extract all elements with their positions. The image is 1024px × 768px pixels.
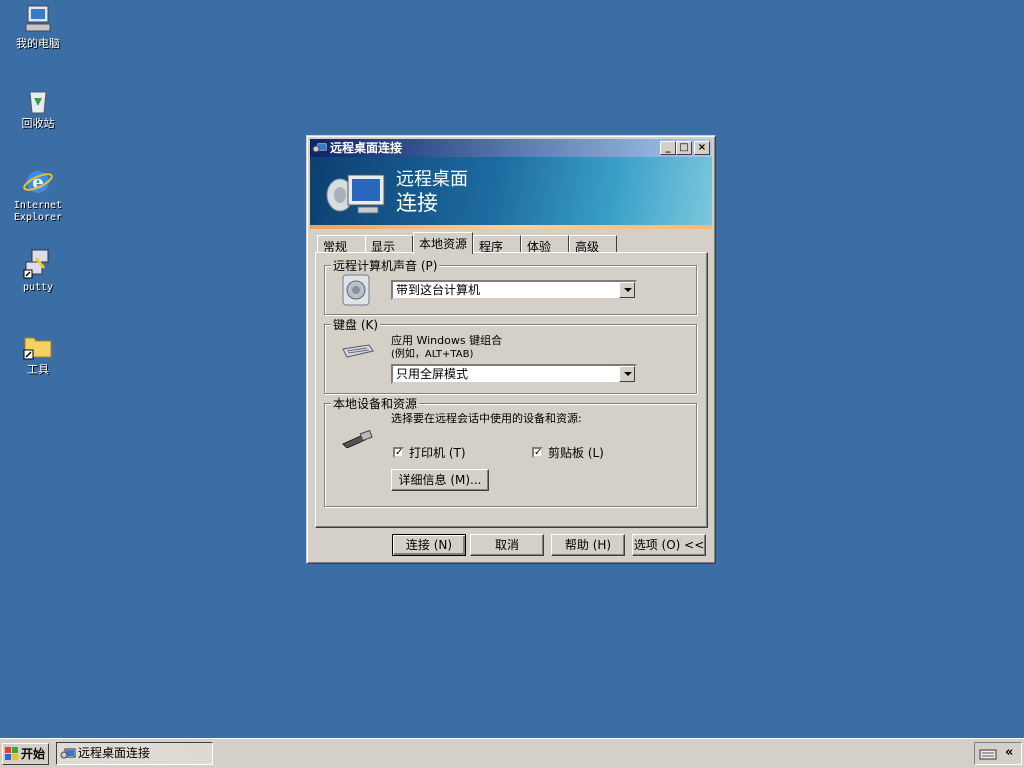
sound-select[interactable]: 带到这台计算机 — [391, 280, 637, 300]
window-title: 远程桌面连接 — [330, 141, 403, 155]
keyboard-desc-line2: (例如，ALT+TAB) — [391, 349, 474, 360]
recycle-bin-icon — [22, 84, 54, 116]
local-devices-desc: 选择要在远程会话中使用的设备和资源: — [391, 412, 582, 425]
connect-button[interactable]: 连接 (N) — [392, 534, 466, 556]
sound-select-value: 带到这台计算机 — [396, 283, 481, 297]
details-button[interactable]: 详细信息 (M)... — [391, 469, 489, 491]
banner: 远程桌面 连接 — [310, 157, 712, 229]
remote-monitor-icon — [326, 174, 385, 214]
clipboard-label[interactable]: 剪贴板 (L) — [548, 444, 604, 461]
desktop-icon-label: 回收站 — [21, 117, 55, 130]
desktop-icon-label: Internet Explorer — [13, 200, 63, 223]
speaker-icon — [342, 274, 370, 306]
remote-desktop-app-icon — [312, 140, 328, 156]
taskbar-item-label: 远程桌面连接 — [78, 746, 151, 760]
tab-advanced[interactable]: 高级 — [569, 235, 617, 254]
tab-programs[interactable]: 程序 — [473, 235, 521, 254]
desktop-icon-recycle-bin[interactable]: 回收站 — [0, 84, 76, 130]
sound-group-legend: 远程计算机声音 (P) — [331, 257, 440, 274]
desktop-icon-putty[interactable]: putty — [0, 248, 76, 294]
remote-desktop-app-icon — [60, 748, 76, 759]
taskbar-item-remote-desktop[interactable]: 远程桌面连接 — [56, 742, 213, 765]
keyboard-icon — [342, 344, 374, 358]
close-button[interactable]: × — [694, 141, 710, 155]
internet-explorer-icon: e — [22, 166, 54, 198]
start-label: 开始 — [21, 747, 46, 761]
desktop-icon-internet-explorer[interactable]: e Internet Explorer — [0, 166, 76, 224]
minimize-button[interactable]: _ — [660, 141, 676, 155]
tab-general[interactable]: 常规 — [317, 235, 367, 254]
chevron-down-icon[interactable] — [619, 282, 635, 298]
banner-title-line2: 连接 — [396, 191, 438, 215]
remote-desktop-window: 远程桌面连接 _ □ × 远程桌面 连接 常规 显示 本地资源 程序 体验 高级… — [306, 135, 716, 564]
printer-label[interactable]: 打印机 (T) — [409, 444, 466, 461]
printer-checkbox[interactable]: ✓ — [393, 447, 404, 458]
tab-panel-local-resources: 远程计算机声音 (P) 带到这台计算机 键盘 (K) 应用 Windows 键组… — [315, 252, 708, 528]
keyboard-group-legend: 键盘 (K) — [331, 316, 381, 333]
windows-logo-icon — [5, 747, 18, 760]
tab-local-resources[interactable]: 本地资源 — [413, 232, 473, 254]
desktop-icon-label: 我的电脑 — [16, 37, 60, 50]
sound-group: 远程计算机声音 (P) 带到这台计算机 — [324, 257, 697, 315]
clipboard-checkbox[interactable]: ✓ — [532, 447, 543, 458]
taskbar: 开始 远程桌面连接 « — [0, 738, 1024, 768]
my-computer-icon — [22, 4, 54, 36]
usb-plug-icon — [342, 430, 373, 448]
keyboard-group: 键盘 (K) 应用 Windows 键组合 (例如，ALT+TAB) 只用全屏模… — [324, 316, 697, 394]
help-button[interactable]: 帮助 (H) — [551, 534, 625, 556]
keyboard-select[interactable]: 只用全屏模式 — [391, 364, 637, 384]
options-button[interactable]: 选项 (O) << — [632, 534, 706, 556]
keyboard-tray-icon[interactable] — [979, 747, 997, 761]
chevron-down-icon[interactable] — [619, 366, 635, 382]
cancel-button[interactable]: 取消 — [470, 534, 544, 556]
desktop-icon-my-computer[interactable]: 我的电脑 — [0, 4, 76, 50]
tab-display[interactable]: 显示 — [365, 235, 413, 254]
putty-icon — [22, 248, 54, 280]
local-devices-group: 本地设备和资源 选择要在远程会话中使用的设备和资源: ✓ 打印机 (T) ✓ 剪… — [324, 395, 697, 507]
system-tray: « — [974, 742, 1022, 765]
desktop-icon-tools[interactable]: 工具 — [0, 330, 76, 376]
banner-stripe — [310, 225, 712, 229]
start-button[interactable]: 开始 — [2, 743, 49, 765]
tab-experience[interactable]: 体验 — [521, 235, 569, 254]
folder-shortcut-icon — [22, 330, 54, 362]
desktop-icon-label: 工具 — [27, 363, 49, 376]
title-bar[interactable]: 远程桌面连接 _ □ × — [310, 139, 712, 157]
maximize-button[interactable]: □ — [676, 141, 692, 155]
desktop-icon-label: putty — [22, 282, 54, 293]
keyboard-select-value: 只用全屏模式 — [396, 367, 469, 381]
tray-expand-icon[interactable]: « — [1005, 745, 1013, 760]
